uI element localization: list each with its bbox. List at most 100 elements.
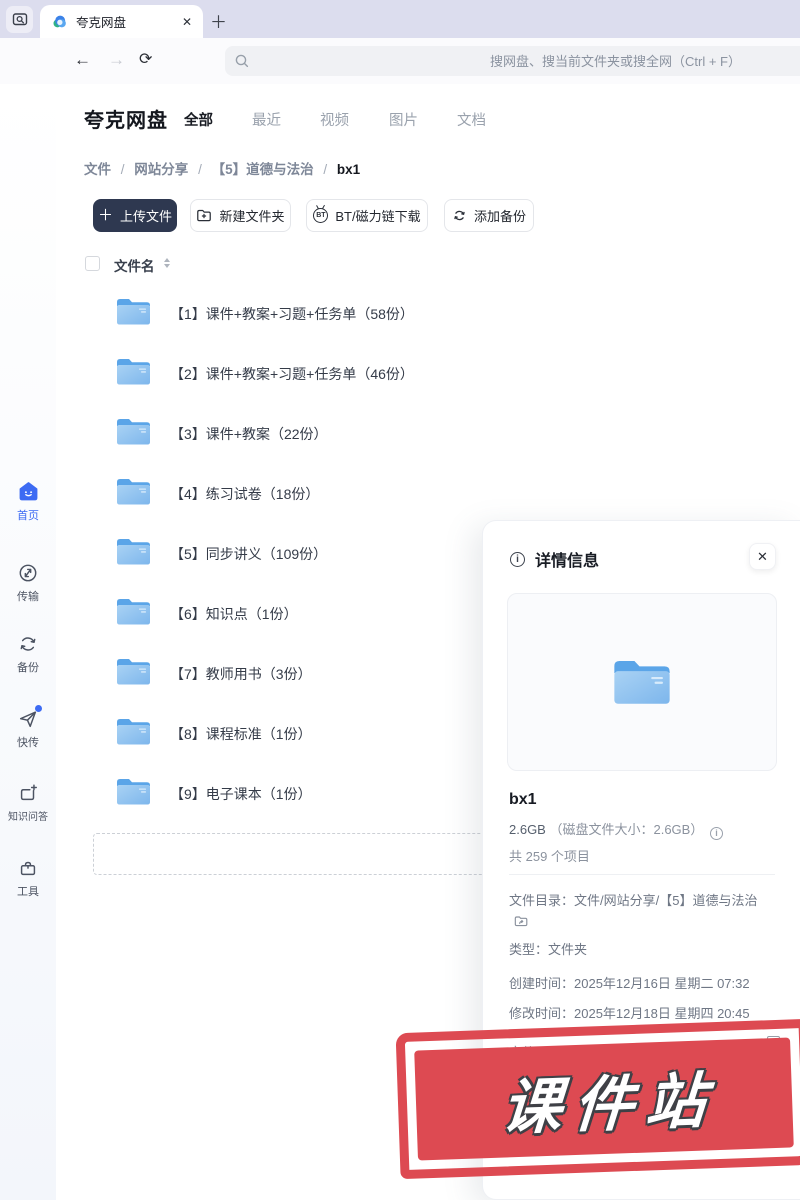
close-details-button[interactable]: ✕ [749,543,776,570]
tab-recent[interactable]: 最近 [252,109,281,130]
open-directory-icon[interactable] [514,915,529,928]
sidebar-item-backup[interactable]: 备份 [0,632,56,675]
sort-icon[interactable] [164,258,170,268]
new-folder-label: 新建文件夹 [219,209,285,224]
tab-search-button[interactable] [6,6,33,33]
bt-download-label: BT/磁力链下载 [335,209,421,224]
details-title: 详情信息 [535,553,600,570]
sidebar-item-transfer[interactable]: 传输 [0,561,56,604]
folder-row-4[interactable]: 【4】练习试卷（18份） [56,463,476,523]
folder-name[interactable]: 【3】课件+教案（22份） [170,424,328,444]
folder-name[interactable]: 【4】练习试卷（18份） [170,484,319,504]
breadcrumb-share[interactable]: 网站分享 [134,162,188,177]
details-type: 类型：文件夹 [509,939,587,958]
folder-icon [117,659,150,685]
browser-top-bar: 夸克网盘 ✕ ＋ [0,0,800,38]
sidebar-item-knowledge-qa[interactable]: 知识问答 [0,781,56,823]
sidebar: 首页 传输 备份 快传 知识问答 工具 [0,84,56,1200]
breadcrumb-subject[interactable]: 【5】道德与法治 [212,162,314,177]
knowledge-qa-icon [17,781,40,804]
folder-icon [117,539,150,565]
folder-row-3[interactable]: 【3】课件+教案（22份） [56,403,476,463]
sidebar-item-quick-send[interactable]: 快传 [0,705,56,750]
folder-name[interactable]: 【6】知识点（1份） [170,604,298,624]
tab-document[interactable]: 文档 [457,109,486,130]
sidebar-label-tools: 工具 [17,886,39,898]
search-bar[interactable] [225,46,800,76]
folder-row-9[interactable]: 【9】电子课本（1份） [56,763,476,823]
folder-name[interactable]: 【9】电子课本（1份） [170,784,312,804]
notification-dot [34,705,42,712]
folder-icon [117,719,150,745]
forward-icon[interactable]: → [108,49,125,71]
add-backup-label: 添加备份 [473,209,526,224]
backup-icon [454,210,465,221]
folder-row-2[interactable]: 【2】课件+教案+习题+任务单（46份） [56,343,476,403]
toolbox-icon [17,856,40,879]
transfer-icon [17,561,40,584]
size-info-icon[interactable]: i [709,826,723,840]
sidebar-label-knowledge-qa: 知识问答 [8,812,48,823]
new-folder-button[interactable]: 新建文件夹 [190,199,291,232]
folder-name[interactable]: 【7】教师用书（3份） [170,664,312,684]
folder-row-8[interactable]: 【8】课程标准（1份） [56,703,476,763]
type-label: 类型： [509,942,549,957]
breadcrumb-current: bx1 [336,162,361,177]
tab-image[interactable]: 图片 [389,109,418,130]
created-value: 2025年12月16日 星期二 07:32 [574,976,750,991]
upload-button[interactable]: ＋ 上传文件 [93,199,177,232]
refresh-icon[interactable]: ⟳ [139,49,152,71]
sidebar-item-tools[interactable]: 工具 [0,856,56,899]
directory-label: 文件目录： [509,893,575,908]
breadcrumb-files[interactable]: 文件 [84,162,111,177]
upload-button-label: 上传文件 [120,209,173,224]
breadcrumb-separator: / [120,162,125,177]
details-item-count: 共 259 个项目 [509,849,590,864]
home-icon [17,480,40,503]
folder-name[interactable]: 【5】同步讲义（109份） [170,544,327,564]
folder-row-6[interactable]: 【6】知识点（1份） [56,583,476,643]
tab-video[interactable]: 视频 [320,109,349,130]
created-label: 创建时间： [509,976,575,991]
plus-icon: ＋ [97,207,113,224]
folder-icon [117,479,150,505]
bt-download-button[interactable]: BT BT/磁力链下载 [306,199,428,232]
sidebar-item-home[interactable]: 首页 [0,480,56,523]
browser-tab[interactable]: 夸克网盘 ✕ [40,5,203,38]
folder-name[interactable]: 【8】课程标准（1份） [170,724,312,744]
folder-name[interactable]: 【1】课件+教案+习题+任务单（58份） [170,304,414,324]
info-icon: i [510,552,525,567]
sidebar-label-quick-send: 快传 [17,737,39,749]
type-value: 文件夹 [548,942,588,957]
folder-row-7[interactable]: 【7】教师用书（3份） [56,643,476,703]
folder-preview [507,593,777,771]
folder-row-5[interactable]: 【5】同步讲义（109份） [56,523,476,583]
folder-name[interactable]: 【2】课件+教案+习题+任务单（46份） [170,364,414,384]
add-backup-button[interactable]: 添加备份 [444,199,534,232]
details-folder-name: bx1 [509,791,537,808]
tab-title: 夸克网盘 [76,16,127,30]
folder-icon [117,299,150,325]
new-folder-icon [197,209,212,222]
folder-row-1[interactable]: 【1】课件+教案+习题+任务单（58份） [56,283,476,343]
column-header-filename[interactable]: 文件名 [114,255,155,275]
directory-value: 文件/网站分享/【5】道德与法治 [574,893,758,908]
bt-icon: BT [313,208,329,223]
back-icon[interactable]: ← [74,49,91,71]
folder-icon [117,779,150,805]
tab-close-icon[interactable]: ✕ [182,15,192,29]
quark-logo-icon [53,15,66,27]
modified-label: 修改时间： [509,1006,575,1021]
browser-nav-bar: ← → ⟳ [0,38,800,84]
search-input[interactable] [225,46,800,76]
new-tab-button[interactable]: ＋ [210,8,227,33]
sidebar-label-home: 首页 [17,510,39,522]
sidebar-label-backup: 备份 [17,662,39,674]
breadcrumb-separator: / [323,162,328,177]
watermark-stamp: 课件站 [395,1018,800,1180]
modified-value: 2025年12月18日 星期四 20:45 [574,1006,750,1021]
breadcrumb: 文件 / 网站分享 / 【5】道德与法治 / bx1 [84,158,360,178]
select-all-checkbox[interactable] [85,256,100,271]
size-value: 2.6GB [509,822,546,837]
tab-all[interactable]: 全部 [184,109,213,130]
